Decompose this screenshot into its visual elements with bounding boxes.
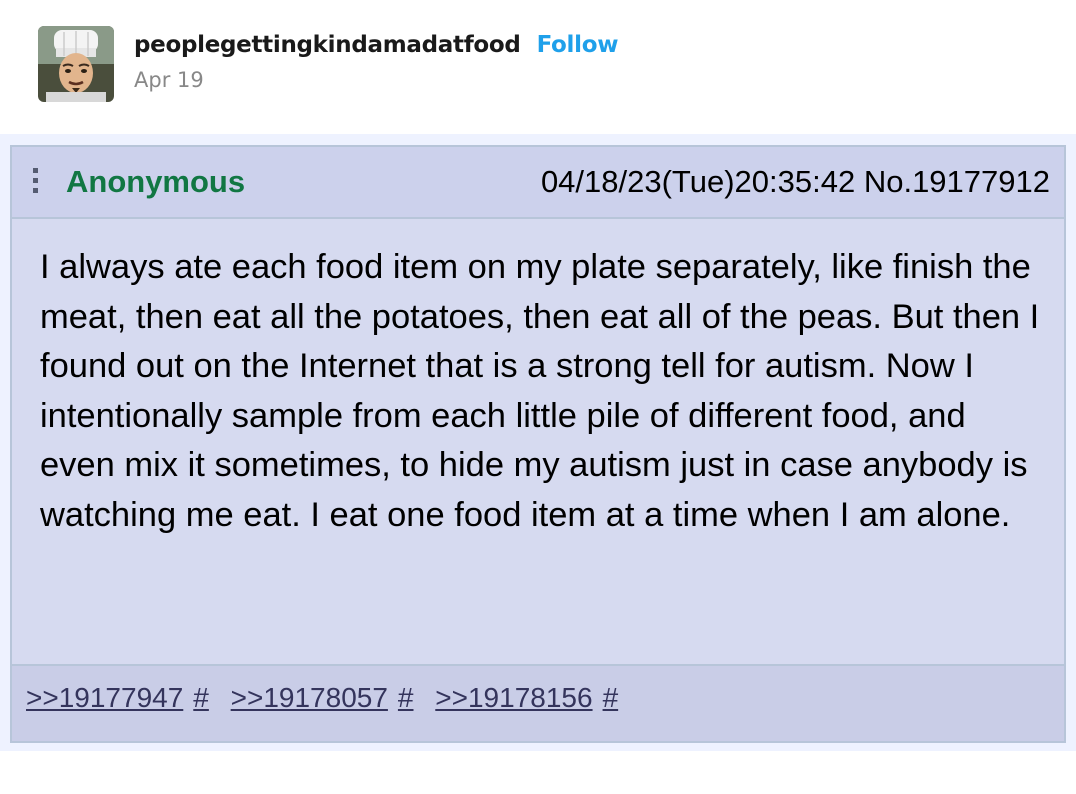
reply-item: >>19177947 # (26, 682, 219, 714)
follow-button[interactable]: Follow (537, 32, 619, 58)
reply-quote-link[interactable]: >>19178156 (435, 682, 592, 713)
replies-bar: >>19177947 # >>19178057 # >>19178156 # (12, 664, 1064, 741)
reply-item: >>19178057 # (231, 682, 424, 714)
reply-hash-link[interactable]: # (193, 682, 209, 713)
reply-list: >>19177947 # >>19178057 # >>19178156 # (26, 682, 632, 714)
post-body: I always ate each food item on my plate … (40, 248, 1040, 534)
reply-quote-link[interactable]: >>19178057 (231, 682, 388, 713)
reply-item: >>19178156 # (435, 682, 628, 714)
vertical-dots-menu-icon[interactable] (32, 168, 40, 198)
reply-quote-link[interactable]: >>19177947 (26, 682, 183, 713)
reply-hash-link[interactable]: # (603, 682, 619, 713)
header-text: peoplegettingkindamadatfood Follow Apr 1… (134, 32, 618, 92)
chef-avatar-icon[interactable] (38, 26, 114, 102)
post-meta: 04/18/23(Tue)20:35:42 No.19177912 (541, 164, 1050, 200)
post-datetime: 04/18/23(Tue)20:35:42 (540, 164, 856, 199)
name-row: peoplegettingkindamadatfood Follow (134, 32, 618, 58)
post-date[interactable]: Apr 19 (134, 68, 618, 92)
post-info-bar: Anonymous 04/18/23(Tue)20:35:42 No.19177… (12, 147, 1064, 219)
poster-name: Anonymous (66, 164, 246, 199)
post-header: peoplegettingkindamadatfood Follow Apr 1… (38, 26, 618, 104)
chan-post: Anonymous 04/18/23(Tue)20:35:42 No.19177… (10, 145, 1066, 743)
chan-screenshot: Anonymous 04/18/23(Tue)20:35:42 No.19177… (0, 134, 1076, 751)
blog-name-link[interactable]: peoplegettingkindamadatfood (134, 32, 521, 58)
reply-hash-link[interactable]: # (398, 682, 414, 713)
post-number-link[interactable]: No.19177912 (864, 164, 1050, 199)
